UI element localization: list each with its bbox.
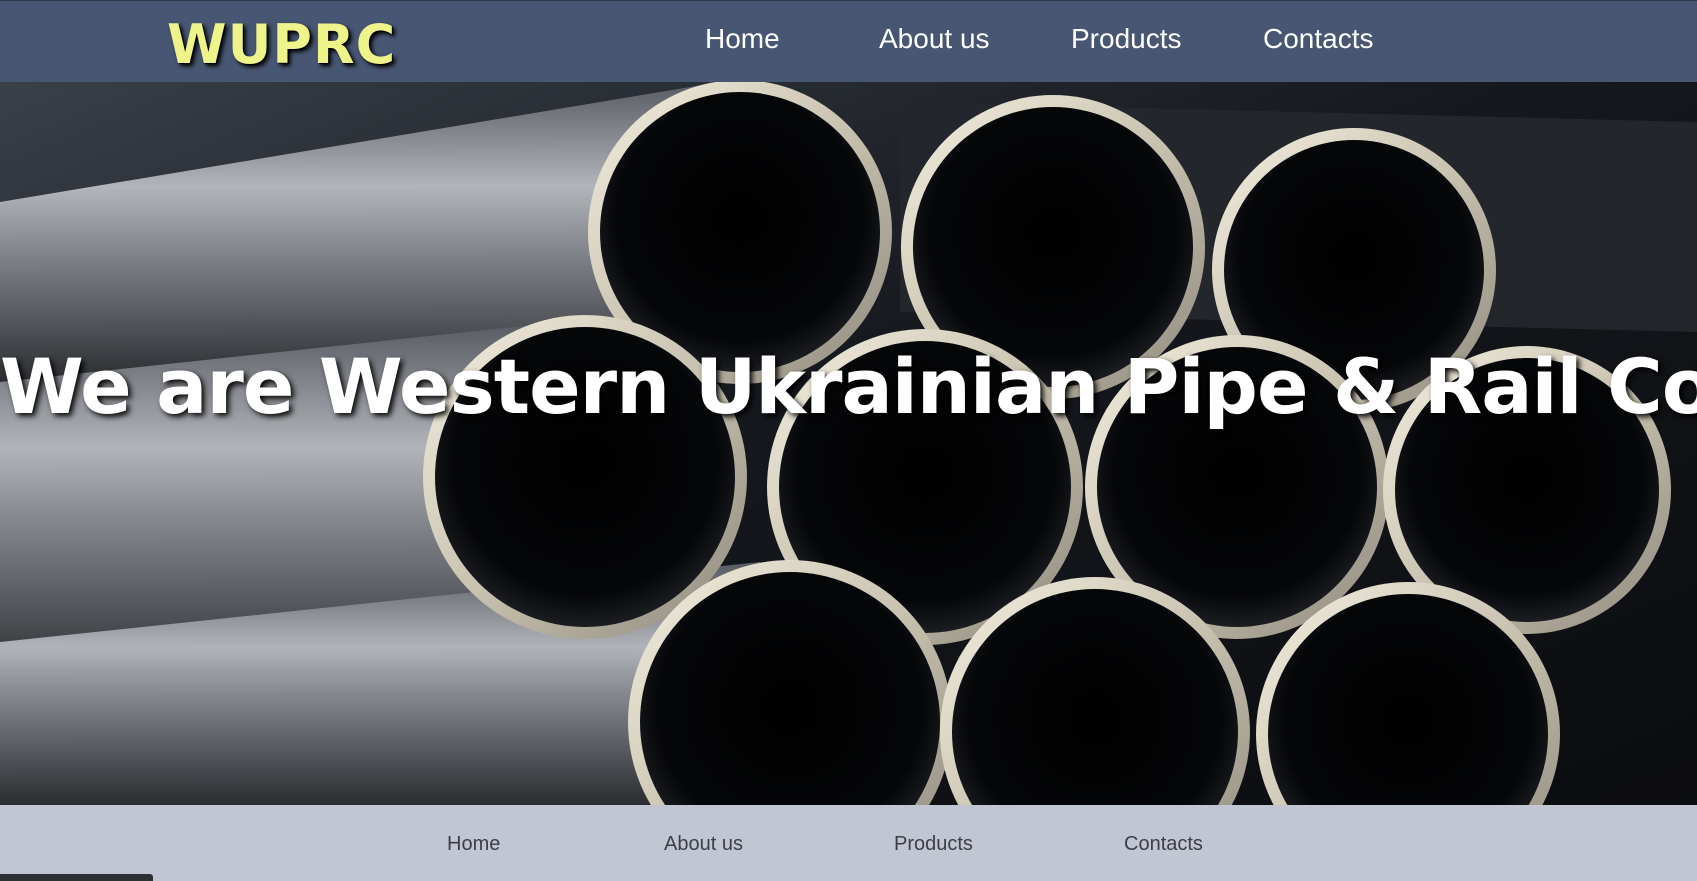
hero-banner: We are Western Ukrainian Pipe & Rail Com… bbox=[0, 82, 1697, 805]
nav-products-link[interactable]: Products bbox=[1071, 23, 1182, 55]
steel-pipes-image bbox=[0, 82, 1697, 805]
nav-contacts-link[interactable]: Contacts bbox=[1263, 23, 1374, 55]
nav-home-link[interactable]: Home bbox=[705, 23, 780, 55]
footer: Home About us Products Contacts bbox=[0, 805, 1697, 881]
nav-about-link[interactable]: About us bbox=[879, 23, 990, 55]
top-nav: Home About us Products Contacts bbox=[0, 23, 1697, 63]
footer-contacts-link[interactable]: Contacts bbox=[1124, 833, 1203, 856]
footer-home-link[interactable]: Home bbox=[447, 833, 500, 856]
top-header: WUPRC Home About us Products Contacts bbox=[0, 0, 1697, 82]
hero-title: We are Western Ukrainian Pipe & Rail Com… bbox=[0, 342, 1697, 431]
footer-products-link[interactable]: Products bbox=[894, 833, 973, 856]
footer-about-link[interactable]: About us bbox=[664, 833, 743, 856]
horizontal-scrollbar-thumb[interactable] bbox=[0, 874, 153, 881]
